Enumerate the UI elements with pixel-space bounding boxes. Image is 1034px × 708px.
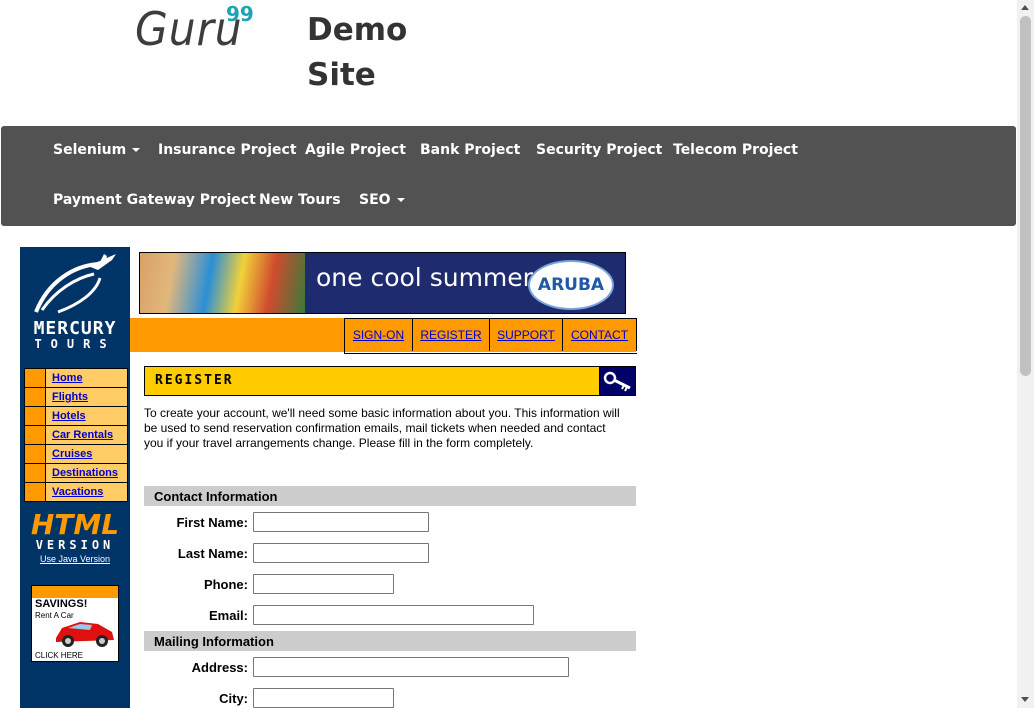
guru99-logo-superscript: 99 (226, 2, 254, 26)
mailing-info-heading: Mailing Information (154, 634, 274, 649)
nav-new-tours[interactable]: New Tours (259, 192, 341, 208)
phone-label: Phone: (203, 577, 248, 592)
bullet-icon (25, 369, 46, 387)
first-name-label: First Name: (176, 515, 248, 530)
scroll-down-arrow-icon[interactable] (1021, 697, 1029, 702)
tab-support[interactable]: SUPPORT (490, 319, 563, 351)
use-java-version-link[interactable]: Use Java Version (20, 554, 130, 564)
red-car-icon (56, 622, 114, 647)
nav-bank-project[interactable]: Bank Project (420, 142, 520, 158)
bullet-icon (25, 445, 46, 463)
nav-selenium[interactable]: Selenium (53, 142, 141, 158)
link-vacations[interactable]: Vacations (46, 483, 103, 501)
side-menu-item-destinations: Destinations (25, 464, 127, 482)
nav-seo[interactable]: SEO (359, 192, 405, 208)
tab-contact[interactable]: CONTACT (563, 319, 637, 351)
nav-security-project[interactable]: Security Project (536, 142, 662, 158)
side-menu-item-home: Home (25, 369, 127, 387)
bullet-icon (25, 388, 46, 406)
register-title: REGISTER (155, 373, 234, 388)
banner-photo (140, 253, 305, 313)
top-tabs: SIGN-ON REGISTER SUPPORT CONTACT (344, 318, 637, 354)
side-menu-item-hotels: Hotels (25, 407, 127, 425)
html-version-badge: HTML VERSION Use Java Version (20, 508, 130, 565)
mercury-brand-line1: MERCURY (33, 318, 117, 339)
link-flights[interactable]: Flights (46, 388, 88, 406)
ad-click-here: CLICK HERE (35, 651, 84, 660)
side-menu-item-cruises: Cruises (25, 445, 127, 463)
nav-seo-label: SEO (359, 192, 391, 208)
tab-sign-on[interactable]: SIGN-ON (345, 319, 413, 351)
site-title: Demo Site (307, 12, 408, 93)
city-label: City: (219, 691, 248, 706)
last-name-label: Last Name: (177, 546, 248, 561)
scrollbar-thumb[interactable] (1020, 16, 1031, 376)
address-label: Address: (191, 660, 248, 675)
city-input[interactable] (253, 688, 394, 708)
bullet-icon (25, 407, 46, 425)
link-car-rentals[interactable]: Car Rentals (46, 426, 113, 444)
side-menu-item-vacations: Vacations (25, 483, 127, 501)
email-input[interactable] (253, 605, 534, 625)
register-intro-text: To create your account, we'll need some … (144, 406, 620, 450)
link-destinations[interactable]: Destinations (46, 464, 118, 482)
key-icon (603, 371, 631, 392)
address-input[interactable] (253, 657, 569, 677)
bullet-icon (25, 426, 46, 444)
phone-input[interactable] (253, 574, 394, 594)
html-version-line2: VERSION (35, 538, 115, 552)
caret-down-icon (132, 148, 141, 152)
rent-a-car-ad[interactable]: SAVINGS! Rent A Car CLICK HERE (31, 585, 119, 662)
link-home[interactable]: Home (46, 369, 83, 387)
scroll-up-arrow-icon[interactable] (1021, 5, 1029, 10)
link-hotels[interactable]: Hotels (46, 407, 86, 425)
mercury-brand-line2: TOURS (34, 337, 116, 351)
mercury-plane-logo-icon (34, 254, 116, 314)
email-label: Email: (208, 608, 248, 623)
nav-insurance-project[interactable]: Insurance Project (158, 142, 297, 158)
mercury-side-menu: Home Flights Hotels Car Rentals Cruises … (24, 368, 128, 502)
aruba-logo: ARUBA (528, 260, 614, 310)
tab-register[interactable]: REGISTER (413, 319, 490, 351)
aruba-banner[interactable]: one cool summer ARUBA (139, 252, 626, 314)
key-icon-box (599, 367, 635, 395)
nav-telecom-project[interactable]: Telecom Project (673, 142, 798, 158)
first-name-input[interactable] (253, 512, 429, 532)
banner-text: one cool summer (316, 263, 533, 292)
side-menu-item-car-rentals: Car Rentals (25, 426, 127, 444)
side-menu-item-flights: Flights (25, 388, 127, 406)
nav-agile-project[interactable]: Agile Project (305, 142, 406, 158)
html-version-line1: HTML (30, 508, 120, 541)
nav-payment-gateway-project[interactable]: Payment Gateway Project (53, 192, 256, 208)
top-navbar: Selenium Insurance Project Agile Project… (1, 126, 1016, 226)
mercury-brand: MERCURY TOURS (20, 318, 130, 351)
bullet-icon (25, 483, 46, 501)
last-name-input[interactable] (253, 543, 429, 563)
link-cruises[interactable]: Cruises (46, 445, 92, 463)
bullet-icon (25, 464, 46, 482)
nav-selenium-label: Selenium (53, 142, 127, 158)
ad-top-strip (32, 586, 118, 598)
ad-title: SAVINGS! (35, 598, 88, 610)
caret-down-icon (396, 198, 405, 202)
contact-info-heading: Contact Information (154, 489, 278, 504)
